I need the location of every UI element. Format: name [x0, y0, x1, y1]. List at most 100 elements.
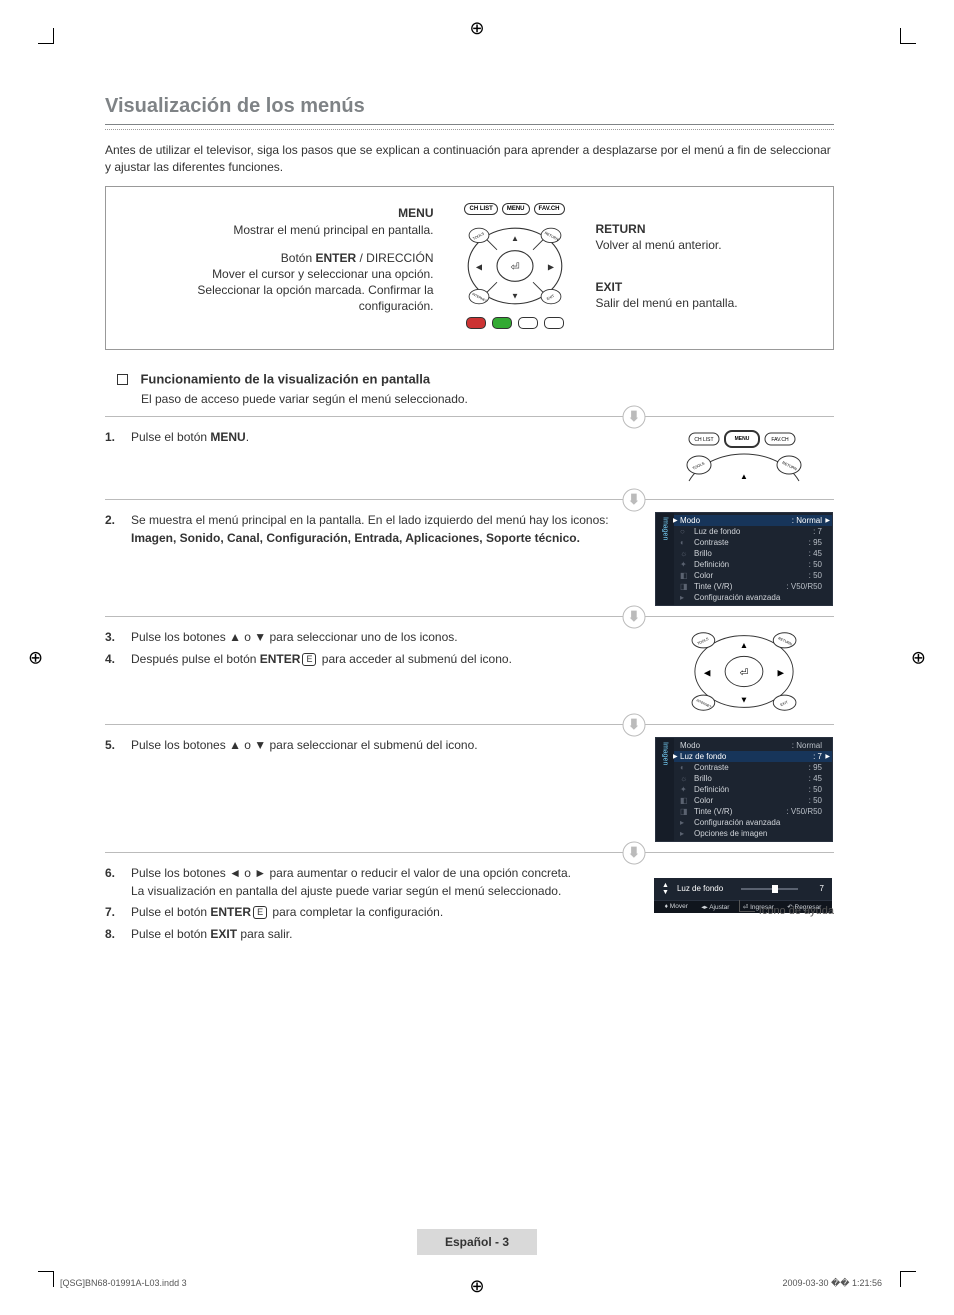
step-4-num: 4.: [105, 651, 123, 668]
slider-value: 7: [812, 884, 824, 893]
slider-label: Luz de fondo: [677, 884, 723, 893]
svg-text:FAV.CH: FAV.CH: [771, 437, 789, 443]
osd-side-label: Imagen: [662, 517, 669, 540]
osd-contraste-val: : 95: [809, 538, 822, 547]
step-8-pre: Pulse el botón: [131, 927, 210, 941]
step-1-num: 1.: [105, 429, 123, 446]
svg-text:MENU: MENU: [735, 436, 750, 442]
flow-arrow-icon: [622, 841, 646, 865]
step-1-text: 1. Pulse el botón MENU.: [105, 429, 642, 450]
step-4-bold: ENTER: [260, 652, 301, 666]
osd2-tinte-label: Tinte (V/R): [694, 807, 780, 816]
step-1-row: 1. Pulse el botón MENU. CH LIST MENU FAV…: [105, 416, 834, 499]
step-6-7-8-row: 6. Pulse los botones ◄ o ► para aumentar…: [105, 852, 834, 957]
step-6-line1: Pulse los botones ◄ o ► para aumentar o …: [131, 866, 571, 880]
chlist-button: CH LIST: [464, 203, 497, 215]
step-3-4-text: 3. Pulse los botones ▲ o ▼ para seleccio…: [105, 629, 642, 672]
red-button-icon: [466, 317, 486, 329]
step-2-image: Imagen Modo: Normal ○Luz de fondo: 7 ◐Co…: [654, 512, 834, 606]
osd-contraste-label: Contraste: [694, 538, 803, 547]
return-callout-text: Volver al menú anterior.: [596, 238, 722, 252]
osd2-tinte-val: : V50/R50: [786, 807, 822, 816]
osd-side-label-2: Imagen: [662, 742, 669, 765]
step-1-pre: Pulse el botón: [131, 430, 210, 444]
enter-callout: Botón ENTER / DIRECCIÓN Mover el cursor …: [164, 250, 434, 315]
slider-track-icon: [741, 888, 798, 890]
exit-callout-text: Salir del menú en pantalla.: [596, 296, 738, 310]
osd2-contraste-label: Contraste: [694, 763, 803, 772]
osd2-contraste-val: : 95: [809, 763, 822, 772]
step-7-post: para completar la configuración.: [269, 905, 443, 919]
steps-list: 1. Pulse el botón MENU. CH LIST MENU FAV…: [105, 416, 834, 957]
osd2-brillo-label: Brillo: [694, 774, 803, 783]
svg-text:⏎: ⏎: [740, 669, 749, 680]
dpad-icon: ⏎ ▲ ▼ ◀ ▶ TOOLS RETURN INTERNET: [460, 221, 570, 311]
step-3-num: 3.: [105, 629, 123, 646]
osd2-luz-val: : 7: [813, 752, 822, 761]
crop-mark-tr: [900, 28, 916, 44]
step-6-7-8-text: 6. Pulse los botones ◄ o ► para aumentar…: [105, 865, 642, 947]
slider-arrows-icon: ▲▼: [662, 882, 669, 896]
osd-brillo-val: : 45: [809, 549, 822, 558]
osd-brillo-label: Brillo: [694, 549, 803, 558]
enter-glyph-icon: E: [253, 906, 267, 919]
osd2-opciones-label: Opciones de imagen: [694, 829, 822, 838]
step-3-4-row: 3. Pulse los botones ▲ o ▼ para seleccio…: [105, 616, 834, 724]
svg-text:▲: ▲: [511, 234, 519, 243]
print-footer: [QSG]BN68-01991A-L03.indd 3 2009-03-30 �…: [60, 1278, 882, 1289]
favch-button: FAV.CH: [534, 203, 565, 215]
step-7-num: 7.: [105, 904, 123, 921]
svg-text:⏎: ⏎: [510, 261, 519, 273]
action-mover: ♦ Mover: [665, 903, 688, 911]
remote-top-buttons: CH LIST MENU FAV.CH: [464, 203, 564, 215]
enter-callout-post: / DIRECCIÓN: [356, 251, 433, 265]
step-2-text: 2. Se muestra el menú principal en la pa…: [105, 512, 642, 551]
svg-text:▼: ▼: [740, 695, 748, 705]
left-callouts: MENU Mostrar el menú principal en pantal…: [164, 205, 434, 326]
step-5-text: Pulse los botones ▲ o ▼ para seleccionar…: [131, 737, 478, 754]
enter-glyph-icon: E: [302, 653, 316, 666]
crop-mark-br: [900, 1271, 916, 1287]
svg-text:▶: ▶: [778, 668, 785, 678]
step-1-bold: MENU: [210, 430, 245, 444]
enter-callout-bold: ENTER: [315, 251, 356, 265]
osd-tinte-label: Tinte (V/R): [694, 582, 780, 591]
step-8-bold: EXIT: [210, 927, 237, 941]
svg-text:▲: ▲: [740, 472, 748, 481]
osd-luz-val: : 7: [813, 527, 822, 536]
help-icon-label: Icono de ayuda: [759, 905, 834, 917]
osd-color-val: : 50: [809, 571, 822, 580]
print-footer-left: [QSG]BN68-01991A-L03.indd 3: [60, 1278, 187, 1289]
step-3-image: ⏎ ▲ ▼ ◀ ▶ TOOLS RETURN INTERNET EXIT: [654, 629, 834, 714]
step-8-num: 8.: [105, 926, 123, 943]
svg-text:▲: ▲: [740, 640, 748, 650]
menu-callout-title: MENU: [398, 206, 433, 220]
flow-arrow-icon: [622, 713, 646, 737]
osd-modo-label: Modo: [680, 516, 786, 525]
step-1-post: .: [246, 430, 249, 444]
print-footer-right: 2009-03-30 �� 1:21:56: [782, 1278, 882, 1289]
osd2-def-label: Definición: [694, 785, 803, 794]
flow-arrow-icon: [622, 405, 646, 429]
osd2-def-val: : 50: [809, 785, 822, 794]
enter-callout-line2: Seleccionar la opción marcada. Confirmar…: [197, 283, 433, 313]
step-6-line2: La visualización en pantalla del ajuste …: [131, 884, 561, 898]
dpad-only-icon: ⏎ ▲ ▼ ◀ ▶ TOOLS RETURN INTERNET EXIT: [655, 629, 833, 714]
subsection-heading: Funcionamiento de la visualización en pa…: [117, 370, 834, 406]
osd2-color-val: : 50: [809, 796, 822, 805]
step-1-image: CH LIST MENU FAV.CH TOOLS RETURN ▲: [654, 429, 834, 489]
osd-def-label: Definición: [694, 560, 803, 569]
osd-avanzada-label: Configuración avanzada: [694, 593, 822, 602]
registration-mark-left: ⊕: [28, 647, 43, 668]
step-2-row: 2. Se muestra el menú principal en la pa…: [105, 499, 834, 616]
menu-callout: MENU Mostrar el menú principal en pantal…: [164, 205, 434, 237]
registration-mark-top: ⊕: [469, 18, 484, 39]
step-4-post: para acceder al submenú del icono.: [318, 652, 511, 666]
right-callouts: RETURN Volver al menú anterior. EXIT Sal…: [596, 195, 776, 338]
step-2-line1: Se muestra el menú principal en la panta…: [131, 513, 609, 527]
svg-text:◀: ◀: [704, 668, 711, 678]
osd-def-val: : 50: [809, 560, 822, 569]
help-icon-pointer: Icono de ayuda: [739, 905, 834, 917]
mini-remote-icon: CH LIST MENU FAV.CH TOOLS RETURN ▲: [655, 429, 833, 484]
svg-text:▼: ▼: [511, 291, 519, 300]
